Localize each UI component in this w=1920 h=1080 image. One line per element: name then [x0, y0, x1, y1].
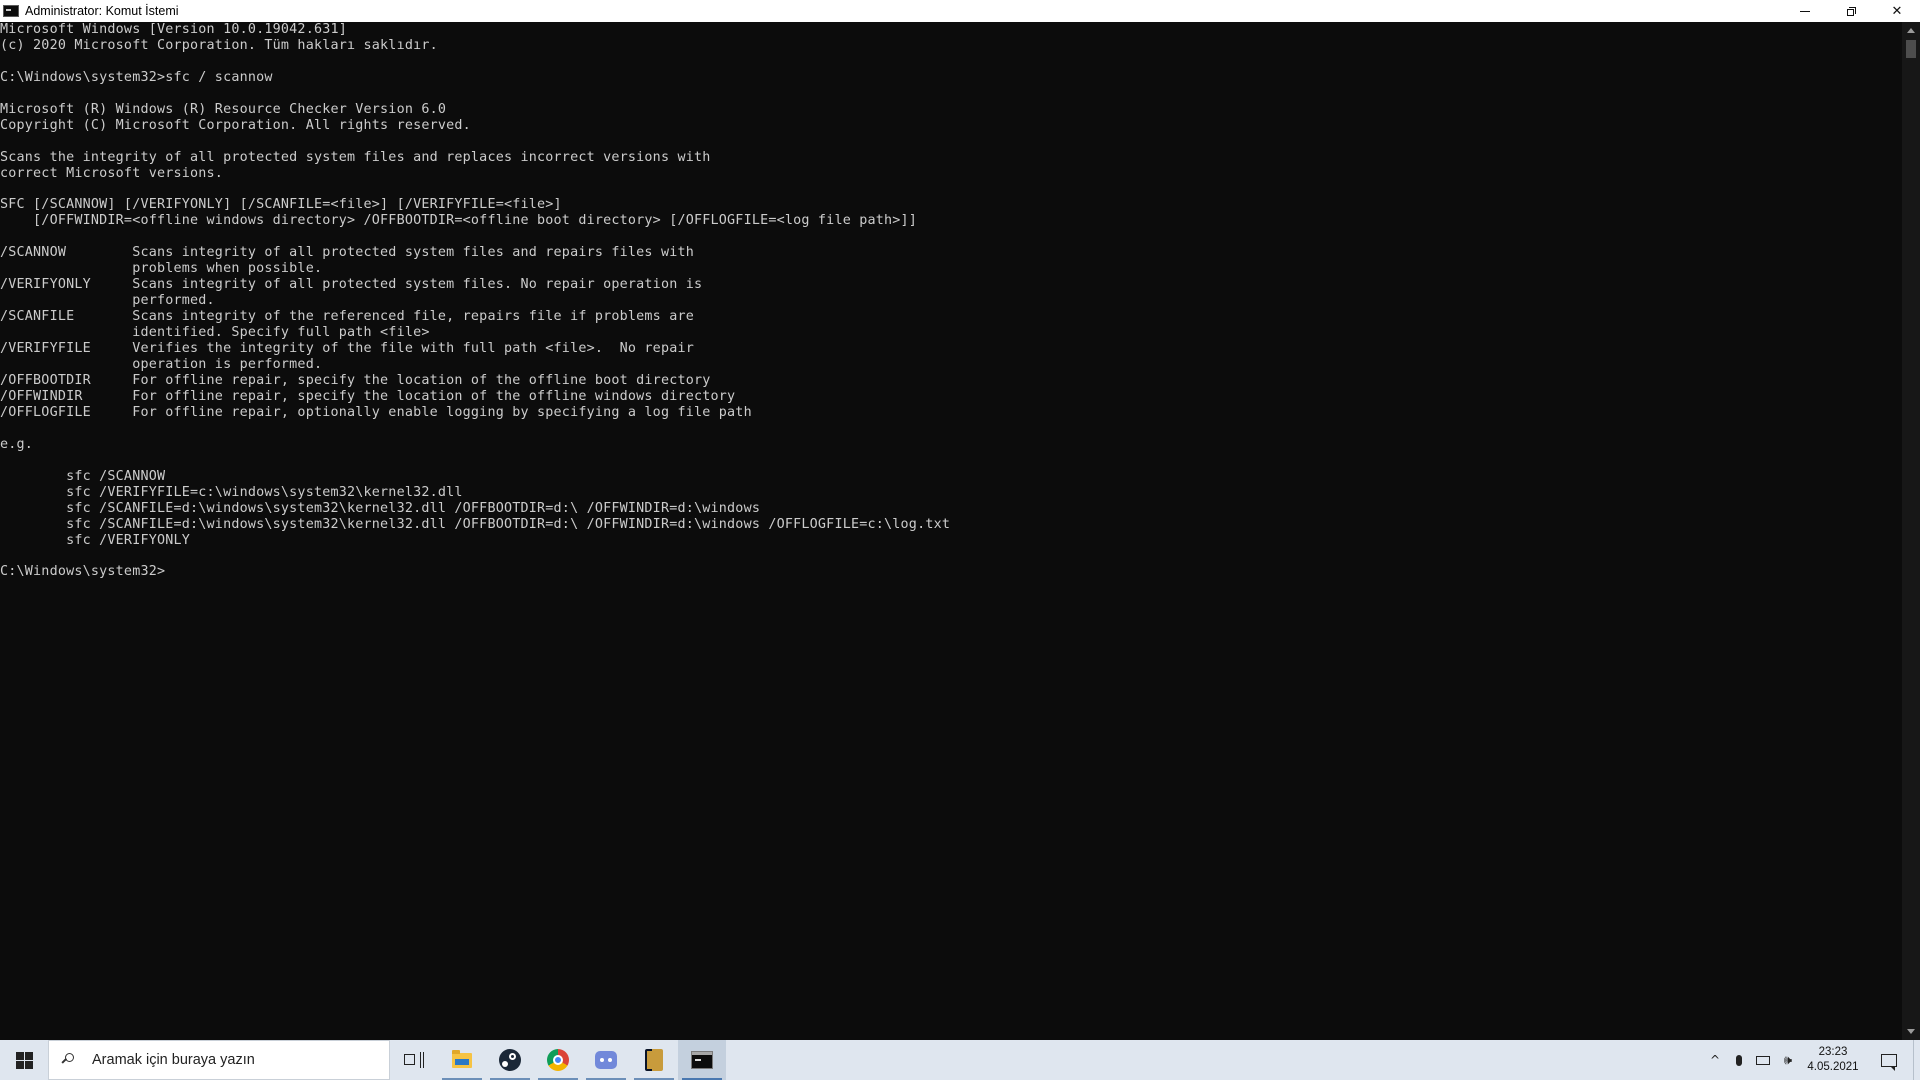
console-line: Scans the integrity of all protected sys… — [0, 149, 711, 165]
console-line: Microsoft Windows [Version 10.0.19042.63… — [0, 22, 347, 37]
console-line: correct Microsoft versions. — [0, 165, 224, 181]
console-line: Microsoft (R) Windows (R) Resource Check… — [0, 101, 447, 117]
console-line: /OFFBOOTDIR For offline repair, specify … — [0, 372, 711, 388]
clock-time: 23:23 — [1818, 1046, 1848, 1058]
console-output[interactable]: Microsoft Windows [Version 10.0.19042.63… — [0, 22, 1902, 580]
show-desktop-button[interactable] — [1913, 1040, 1920, 1080]
volume-icon[interactable]: 🕪 — [1775, 1040, 1801, 1080]
title-bar[interactable]: Administrator: Komut İstemi ✕ — [0, 0, 1920, 22]
notification-icon — [1881, 1053, 1897, 1071]
taskbar-search-box[interactable] — [48, 1040, 390, 1080]
console-line: identified. Specify full path <file> — [0, 325, 430, 341]
window-controls: ✕ — [1782, 0, 1920, 22]
console-line: e.g. — [0, 436, 34, 452]
scroll-thumb[interactable] — [1906, 40, 1916, 58]
scroll-up-icon[interactable] — [1907, 28, 1915, 33]
console-line: operation is performed. — [0, 357, 323, 373]
console-line: C:\Windows\system32>sfc / scannow — [0, 69, 273, 85]
minimize-button[interactable] — [1782, 0, 1828, 22]
cmd-icon — [691, 1051, 713, 1069]
close-button[interactable]: ✕ — [1874, 0, 1920, 22]
console-line: SFC [/SCANNOW] [/VERIFYONLY] [/SCANFILE=… — [0, 197, 562, 213]
console-line: sfc /SCANNOW — [0, 468, 166, 484]
search-input[interactable] — [90, 1051, 374, 1069]
console-line: /SCANFILE Scans integrity of the referen… — [0, 309, 694, 325]
scroll-down-icon[interactable] — [1907, 1029, 1915, 1034]
windows-logo-icon — [15, 1051, 33, 1069]
taskbar-app-file-explorer[interactable] — [438, 1040, 486, 1080]
window-title: Administrator: Komut İstemi — [25, 4, 179, 18]
console-line: /VERIFYFILE Verifies the integrity of th… — [0, 341, 694, 357]
restore-icon — [1846, 6, 1856, 16]
league-icon — [645, 1049, 663, 1071]
console-line: (c) 2020 Microsoft Corporation. Tüm hakl… — [0, 37, 438, 53]
console-line: /SCANNOW Scans integrity of all protecte… — [0, 245, 694, 261]
console-area[interactable]: Microsoft Windows [Version 10.0.19042.63… — [0, 22, 1902, 1040]
console-line: Copyright (C) Microsoft Corporation. All… — [0, 117, 471, 133]
console-line: sfc /VERIFYFILE=c:\windows\system32\kern… — [0, 484, 463, 500]
cmd-app-icon[interactable] — [3, 5, 19, 17]
start-button[interactable] — [0, 1040, 48, 1080]
network-icon[interactable] — [1751, 1040, 1775, 1080]
task-view-icon — [404, 1052, 424, 1068]
restore-button[interactable] — [1828, 0, 1874, 22]
microphone-icon[interactable] — [1727, 1040, 1751, 1080]
taskbar-app-league-client[interactable] — [630, 1040, 678, 1080]
system-tray: ^ 🕪 23:23 4.05.2021 — [1703, 1040, 1920, 1080]
console-line: /VERIFYONLY Scans integrity of all prote… — [0, 277, 703, 293]
console-line: /OFFWINDIR For offline repair, specify t… — [0, 388, 736, 404]
folder-icon — [452, 1049, 472, 1068]
clock[interactable]: 23:23 4.05.2021 — [1801, 1040, 1865, 1080]
taskbar-app-chrome[interactable] — [534, 1040, 582, 1080]
console-line: C:\Windows\system32> — [0, 564, 166, 580]
vertical-scrollbar[interactable] — [1902, 22, 1920, 1040]
taskbar-app-task-view[interactable] — [390, 1040, 438, 1080]
console-line: sfc /SCANFILE=d:\windows\system32\kernel… — [0, 516, 951, 532]
discord-icon — [595, 1051, 617, 1069]
chrome-icon — [547, 1049, 569, 1071]
taskbar: ^ 🕪 23:23 4.05.2021 — [0, 1040, 1920, 1080]
close-icon: ✕ — [1891, 3, 1903, 19]
action-center-button[interactable] — [1865, 1040, 1913, 1080]
show-hidden-icons-chevron-icon[interactable]: ^ — [1703, 1040, 1727, 1080]
console-line: /OFFLOGFILE For offline repair, optional… — [0, 404, 752, 420]
steam-icon — [499, 1049, 521, 1071]
taskbar-app-steam[interactable] — [486, 1040, 534, 1080]
console-line: performed. — [0, 293, 215, 309]
console-line: sfc /VERIFYONLY — [0, 532, 191, 548]
search-icon — [62, 1053, 76, 1067]
console-line: [/OFFWINDIR=<offline windows directory> … — [0, 213, 918, 229]
console-line: sfc /SCANFILE=d:\windows\system32\kernel… — [0, 500, 761, 516]
minimize-icon — [1800, 10, 1810, 12]
console-line: problems when possible. — [0, 261, 323, 277]
taskbar-app-discord[interactable] — [582, 1040, 630, 1080]
taskbar-app-command-prompt[interactable] — [678, 1040, 726, 1080]
clock-date: 4.05.2021 — [1807, 1061, 1859, 1073]
